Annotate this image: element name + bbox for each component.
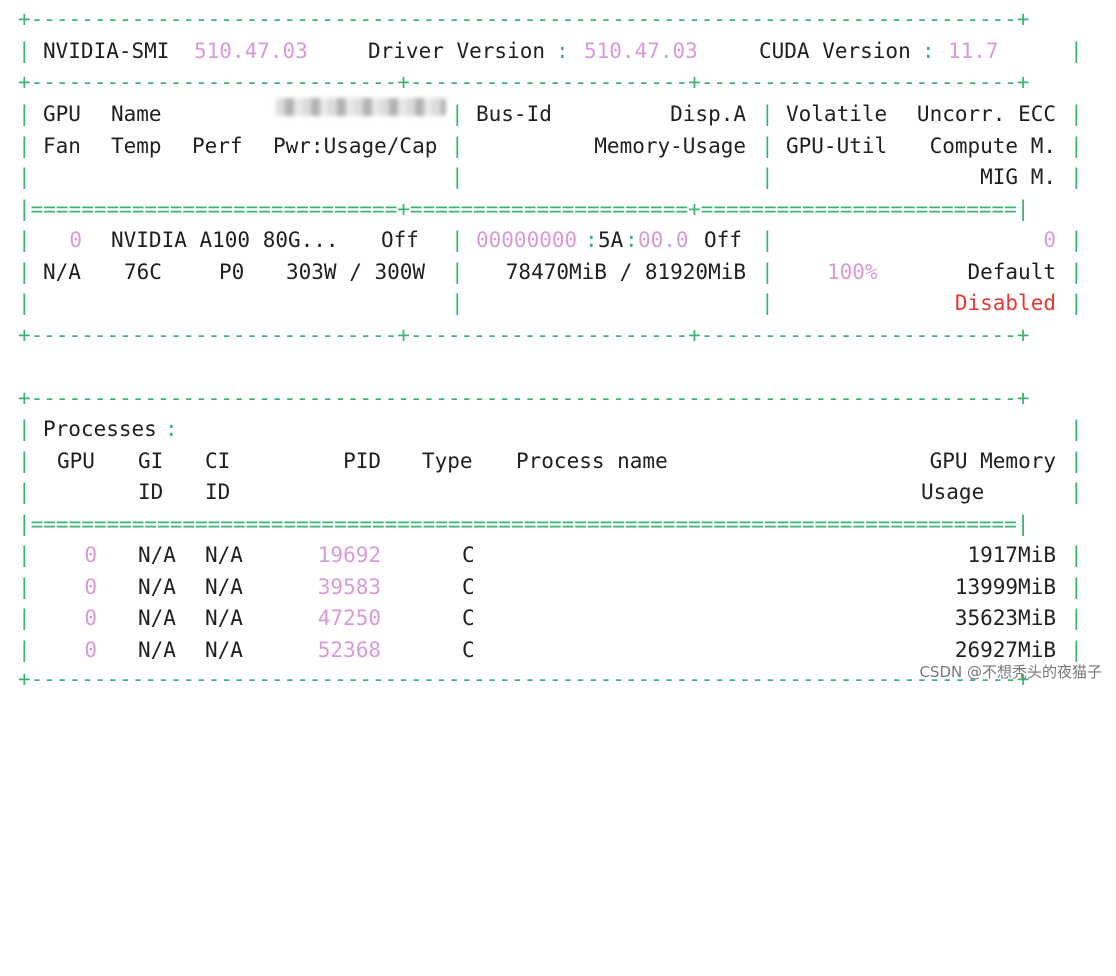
col-ecc: Uncorr. ECC [916, 102, 1056, 126]
separator-gpu-bottom: +-----------------------------+---------… [18, 323, 1030, 347]
process-gi: N/A [138, 543, 176, 567]
processes-title: Processes [43, 417, 157, 441]
driver-label: Driver Version [368, 39, 546, 63]
gpu-compute-mode: Default [967, 260, 1056, 284]
process-mem: 13999MiB [954, 575, 1056, 599]
gpu-index: 0 [69, 228, 82, 252]
process-ci: N/A [205, 606, 243, 630]
processes-header-row-1: | GPU GI CI PID Type Process name GPU Me… [18, 446, 1098, 477]
col-compute-mode: Compute M. [929, 134, 1056, 158]
process-gi: N/A [138, 606, 176, 630]
gpu-persistence: Off [381, 228, 419, 252]
cuda-label: CUDA Version [759, 39, 911, 63]
process-row: | 0 N/A N/A 19692 C 1917MiB | [18, 540, 1098, 571]
col-mig-mode: MIG M. [980, 165, 1056, 189]
process-row: | 0 N/A N/A 47250 C 35623MiB | [18, 603, 1098, 634]
proc-col-gi-id: ID [138, 480, 164, 504]
proc-col-ci-id: ID [205, 480, 231, 504]
separator-top: +---------------------------------------… [18, 7, 1030, 31]
proc-col-gpu: GPU [57, 449, 95, 473]
smi-label: NVIDIA-SMI [43, 39, 170, 63]
gpu-ecc: 0 [1043, 228, 1056, 252]
col-gpu: GPU [43, 102, 81, 126]
gpu-header-row-1: | GPU Name | Bus-Id Disp.A | Volatile Un… [18, 99, 1098, 130]
gpu-util: 100% [827, 260, 878, 284]
gpu-row-2: | N/A 76C P0 303W / 300W | 78470MiB / 81… [18, 257, 1098, 288]
gpu-row-1: | 0 NVIDIA A100 80G... Off | 00000000 : … [18, 225, 1098, 256]
separator-bottom: +---------------------------------------… [18, 667, 1030, 691]
process-gpu: 0 [84, 575, 97, 599]
smi-version: 510.47.03 [194, 39, 308, 63]
col-perf: Perf [192, 134, 243, 158]
col-volatile: Volatile [786, 102, 888, 126]
process-type: C [462, 575, 475, 599]
process-ci: N/A [205, 575, 243, 599]
driver-version: 510.47.03 [584, 39, 698, 63]
proc-col-type: Type [422, 449, 473, 473]
gpu-header-row-3: | | | MIG M. | [18, 162, 1098, 193]
process-pid: 47250 [317, 606, 381, 630]
proc-col-ci: CI [205, 449, 231, 473]
processes-title-row: | Processes : | [18, 414, 1098, 445]
proc-col-mem-usage: Usage [921, 480, 985, 504]
gpu-row-3: | | | Disabled | [18, 288, 1098, 319]
col-gpu-util: GPU-Util [786, 134, 888, 158]
process-type: C [462, 606, 475, 630]
gpu-power: 303W / 300W [286, 260, 426, 284]
proc-col-mem: GPU Memory [929, 449, 1056, 473]
process-pid: 52368 [317, 638, 381, 662]
process-ci: N/A [205, 543, 243, 567]
cuda-version: 11.7 [948, 39, 999, 63]
process-pid: 39583 [317, 575, 381, 599]
process-gi: N/A [138, 638, 176, 662]
gpu-mig-mode: Disabled [954, 291, 1056, 315]
gpu-disp: Off [704, 228, 742, 252]
separator-processes-equal: |=======================================… [18, 512, 1030, 536]
col-temp: Temp [111, 134, 162, 158]
process-mem: 35623MiB [954, 606, 1056, 630]
col-power: Pwr:Usage/Cap [273, 134, 438, 158]
process-pid: 19692 [317, 543, 381, 567]
proc-col-gi: GI [138, 449, 164, 473]
nvidia-smi-output: +---------------------------------------… [18, 2, 1098, 691]
process-gi: N/A [138, 575, 176, 599]
col-name: Name [111, 102, 162, 126]
separator-header: +-----------------------------+---------… [18, 70, 1030, 94]
header-row: | NVIDIA-SMI 510.47.03 Driver Version : … [18, 36, 1098, 67]
gpu-header-row-2: | Fan Temp Perf Pwr:Usage/Cap | Memory-U… [18, 131, 1098, 162]
redacted-area [276, 98, 446, 116]
gpu-temp: 76C [124, 260, 162, 284]
process-gpu: 0 [84, 638, 97, 662]
proc-col-name: Process name [516, 449, 668, 473]
process-mem: 1917MiB [967, 543, 1056, 567]
proc-col-pid: PID [343, 449, 381, 473]
process-type: C [462, 638, 475, 662]
separator-processes-top: +---------------------------------------… [18, 386, 1030, 410]
process-ci: N/A [205, 638, 243, 662]
process-gpu: 0 [84, 543, 97, 567]
gpu-fan: N/A [43, 260, 81, 284]
process-row: | 0 N/A N/A 39583 C 13999MiB | [18, 572, 1098, 603]
separator-equal: |=============================+=========… [18, 197, 1030, 221]
gpu-name: NVIDIA A100 80G... [111, 228, 339, 252]
processes-header-row-2: | ID ID Usage | [18, 477, 1098, 508]
col-disp: Disp.A [670, 102, 746, 126]
col-bus-id: Bus-Id [476, 102, 552, 126]
watermark: CSDN @不想秃头的夜猫子 [919, 663, 1102, 681]
gpu-perf: P0 [219, 260, 245, 284]
process-gpu: 0 [84, 606, 97, 630]
col-memory-usage: Memory-Usage [594, 134, 746, 158]
gpu-memory: 78470MiB / 81920MiB [505, 260, 746, 284]
process-type: C [462, 543, 475, 567]
col-fan: Fan [43, 134, 81, 158]
